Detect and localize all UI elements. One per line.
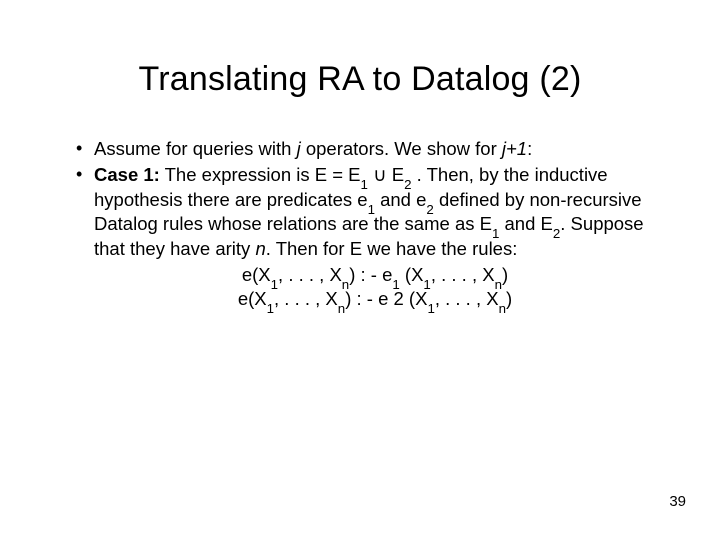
text: ) : - e 2 (X bbox=[345, 288, 427, 309]
text: e(X bbox=[238, 288, 267, 309]
sub: 1 bbox=[423, 277, 430, 292]
text: : bbox=[527, 138, 532, 159]
text: , . . . , X bbox=[435, 288, 499, 309]
text: operators. We show for bbox=[301, 138, 502, 159]
case-label: Case 1: bbox=[94, 164, 160, 185]
sub: 1 bbox=[392, 277, 399, 292]
sub: 1 bbox=[368, 202, 375, 217]
bullet-list: Assume for queries with j operators. We … bbox=[64, 137, 656, 312]
sub: 2 bbox=[404, 177, 411, 192]
sub: n bbox=[338, 301, 345, 316]
sub: 1 bbox=[271, 277, 278, 292]
union-symbol: ∪ bbox=[373, 164, 387, 185]
text: The expression is E = E bbox=[160, 164, 361, 185]
text: , . . . , X bbox=[431, 264, 495, 285]
rules-block: e(X1, . . . , Xn) : - e1 (X1, . . . , Xn… bbox=[94, 263, 656, 312]
text: ) : - e bbox=[349, 264, 392, 285]
sub: 1 bbox=[492, 226, 499, 241]
rule-1: e(X1, . . . , Xn) : - e1 (X1, . . . , Xn… bbox=[94, 263, 656, 287]
var-n: n bbox=[255, 238, 265, 259]
text: . Then for E we have the rules: bbox=[266, 238, 518, 259]
slide-title: Translating RA to Datalog (2) bbox=[64, 60, 656, 99]
bullet-2: Case 1: The expression is E = E1 ∪ E2 . … bbox=[72, 163, 656, 311]
text: and E bbox=[499, 213, 553, 234]
text: e(X bbox=[242, 264, 271, 285]
sub: 1 bbox=[267, 301, 274, 316]
sub: 2 bbox=[426, 202, 433, 217]
sub: n bbox=[342, 277, 349, 292]
text: E bbox=[387, 164, 404, 185]
bullet-1: Assume for queries with j operators. We … bbox=[72, 137, 656, 161]
text: (X bbox=[400, 264, 424, 285]
rule-2: e(X1, . . . , Xn) : - e 2 (X1, . . . , X… bbox=[94, 287, 656, 311]
sub: n bbox=[499, 301, 506, 316]
text: , . . . , X bbox=[274, 288, 338, 309]
sub: 1 bbox=[361, 177, 368, 192]
sub: 2 bbox=[553, 226, 560, 241]
text: , . . . , X bbox=[278, 264, 342, 285]
text: ) bbox=[506, 288, 512, 309]
text: and e bbox=[375, 189, 426, 210]
sub: 1 bbox=[427, 301, 434, 316]
page-number: 39 bbox=[669, 493, 686, 510]
sub: n bbox=[495, 277, 502, 292]
var-jplus1: j+1 bbox=[502, 138, 527, 159]
text: ) bbox=[502, 264, 508, 285]
text: Assume for queries with bbox=[94, 138, 297, 159]
